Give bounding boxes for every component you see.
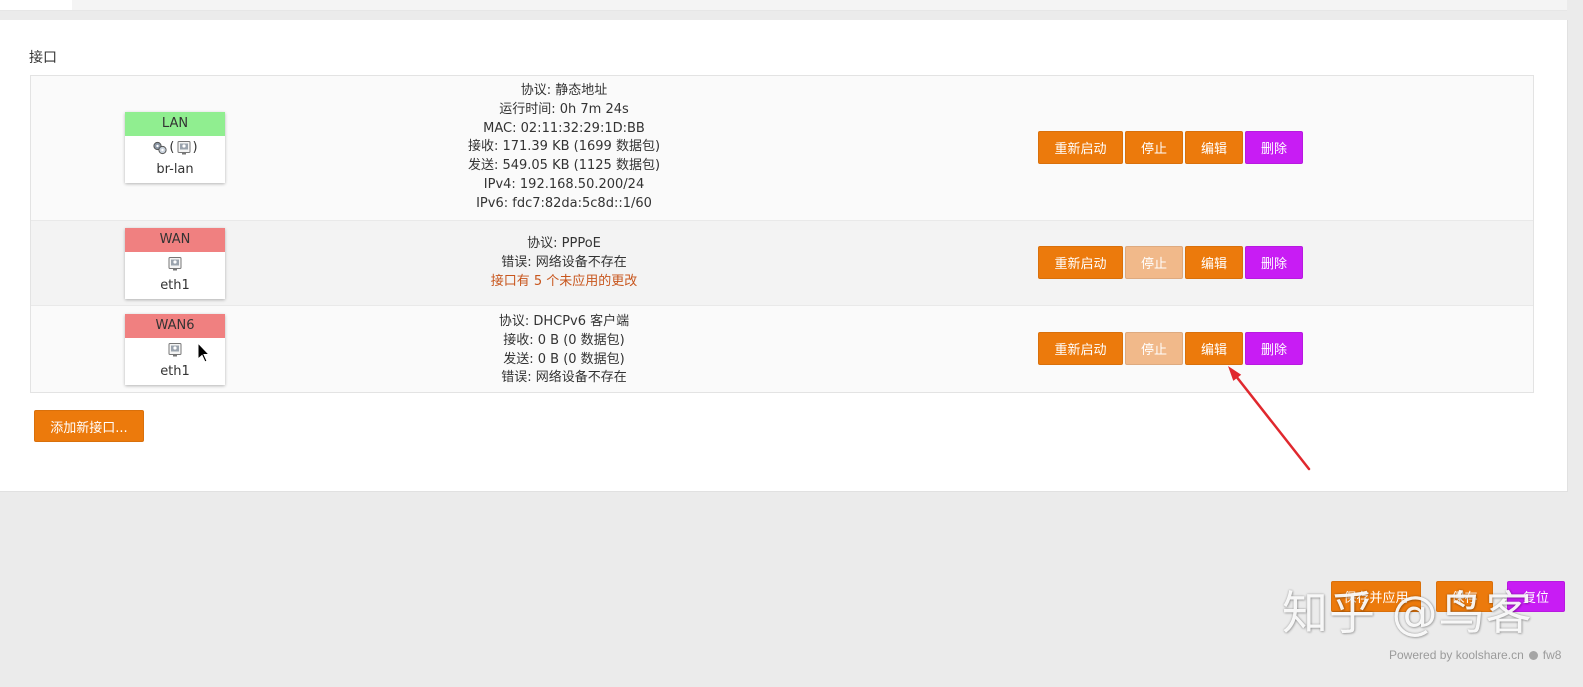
interfaces-table: LAN () br-lan 协议: 静态地址 运行时间: 0h 7m 24s …	[30, 75, 1534, 393]
firmware-version: fw8	[1542, 648, 1562, 662]
ethernet-port-icon	[167, 256, 183, 272]
restart-button[interactable]: 重新启动	[1038, 332, 1123, 365]
info-ipv4: IPv4: 192.168.50.200/24	[483, 176, 645, 192]
dot-icon	[1528, 650, 1538, 660]
info-tx: 发送: 0 B (0 数据包)	[503, 351, 625, 367]
interface-status-info: 协议: 静态地址 运行时间: 0h 7m 24s MAC: 02:11:32:2…	[364, 82, 764, 214]
interface-icons: ( )	[125, 139, 225, 157]
ethernet-port-icon	[176, 140, 192, 156]
interface-actions: 重新启动 停止 编辑 删除	[1038, 131, 1303, 164]
interface-badge-wan[interactable]: WAN eth1	[125, 228, 225, 299]
icon-group-close-paren: )	[192, 140, 198, 155]
restart-button[interactable]: 重新启动	[1038, 246, 1123, 279]
bridge-icon	[152, 140, 168, 156]
info-rx: 接收: 171.39 KB (1699 数据包)	[467, 139, 661, 155]
top-tab[interactable]	[0, 0, 72, 10]
interface-badge-body: ( ) br-lan	[125, 136, 225, 183]
watermark: 知乎 @鸟客	[1282, 586, 1533, 640]
info-ipv6: IPv6: fdc7:82da:5c8d::1/60	[476, 195, 652, 211]
ethernet-port-icon	[167, 342, 183, 358]
info-rx: 接收: 0 B (0 数据包)	[503, 332, 625, 348]
info-tx: 发送: 549.05 KB (1125 数据包)	[467, 158, 661, 174]
interface-icons	[125, 341, 225, 359]
router-interfaces-page: 接口 LAN () br-lan 协议: 静态地址 运行时间: 0h 7m 2…	[0, 0, 1583, 687]
interface-device: eth1	[160, 364, 190, 379]
delete-button[interactable]: 删除	[1245, 332, 1303, 365]
interface-icons	[125, 255, 225, 273]
interface-status-info: 协议: PPPoE 错误: 网络设备不存在 接口有 5 个未应用的更改	[364, 235, 764, 291]
delete-button[interactable]: 删除	[1245, 131, 1303, 164]
delete-button[interactable]: 删除	[1245, 246, 1303, 279]
interface-name: LAN	[125, 112, 225, 136]
edit-button[interactable]: 编辑	[1185, 246, 1243, 279]
stop-button[interactable]: 停止	[1125, 332, 1183, 365]
ethernet-port-icon-graphic	[168, 343, 182, 357]
interface-device: eth1	[160, 278, 190, 293]
interface-status-info: 协议: DHCPv6 客户端 接收: 0 B (0 数据包) 发送: 0 B (…	[364, 313, 764, 388]
top-bar	[0, 0, 1567, 11]
edit-button[interactable]: 编辑	[1185, 131, 1243, 164]
info-error: 错误: 网络设备不存在	[501, 370, 627, 386]
ethernet-port-icon-graphic	[177, 141, 190, 155]
stop-button[interactable]: 停止	[1125, 131, 1183, 164]
interface-badge-body: eth1	[125, 338, 225, 385]
stop-button[interactable]: 停止	[1125, 246, 1183, 279]
info-protocol: 协议: 静态地址	[520, 83, 608, 98]
restart-button[interactable]: 重新启动	[1038, 131, 1123, 164]
interface-badge-lan[interactable]: LAN () br-lan	[125, 112, 225, 183]
add-interface-button[interactable]: 添加新接口...	[34, 410, 144, 442]
interface-row-lan: LAN () br-lan 协议: 静态地址 运行时间: 0h 7m 24s …	[31, 76, 1533, 220]
interface-badge-wan6[interactable]: WAN6 eth1	[125, 314, 225, 385]
info-pending-changes-warning: 接口有 5 个未应用的更改	[490, 273, 638, 289]
interface-name: WAN	[125, 228, 225, 252]
interface-badge-body: eth1	[125, 252, 225, 299]
icon-group-open-paren: (	[169, 140, 175, 155]
section-title: 接口	[29, 50, 57, 66]
ethernet-port-icon-graphic	[168, 257, 182, 271]
powered-by-footer: Powered by koolshare.cn fw8	[1389, 648, 1561, 662]
interface-actions: 重新启动 停止 编辑 删除	[1038, 246, 1303, 279]
interface-row-wan: WAN eth1 协议: PPPoE 错误: 网络设备不存在 接口有 5 个未应…	[31, 220, 1533, 305]
info-protocol: 协议: PPPoE	[527, 236, 601, 251]
info-uptime: 运行时间: 0h 7m 24s	[499, 101, 629, 117]
interface-row-wan6: WAN6 eth1 协议: DHCPv6 客户端 接收: 0 B (0 数据包)…	[31, 305, 1533, 392]
info-protocol: 协议: DHCPv6 客户端	[498, 314, 630, 329]
powered-by-text: Powered by koolshare.cn	[1389, 648, 1524, 662]
interface-actions: 重新启动 停止 编辑 删除	[1038, 332, 1303, 365]
interface-name: WAN6	[125, 314, 225, 338]
interface-device: br-lan	[156, 162, 194, 177]
info-mac: MAC: 02:11:32:29:1D:BB	[483, 120, 645, 136]
bridge-icon-graphic	[153, 141, 168, 155]
edit-button[interactable]: 编辑	[1185, 332, 1243, 365]
info-error: 错误: 网络设备不存在	[501, 254, 627, 270]
